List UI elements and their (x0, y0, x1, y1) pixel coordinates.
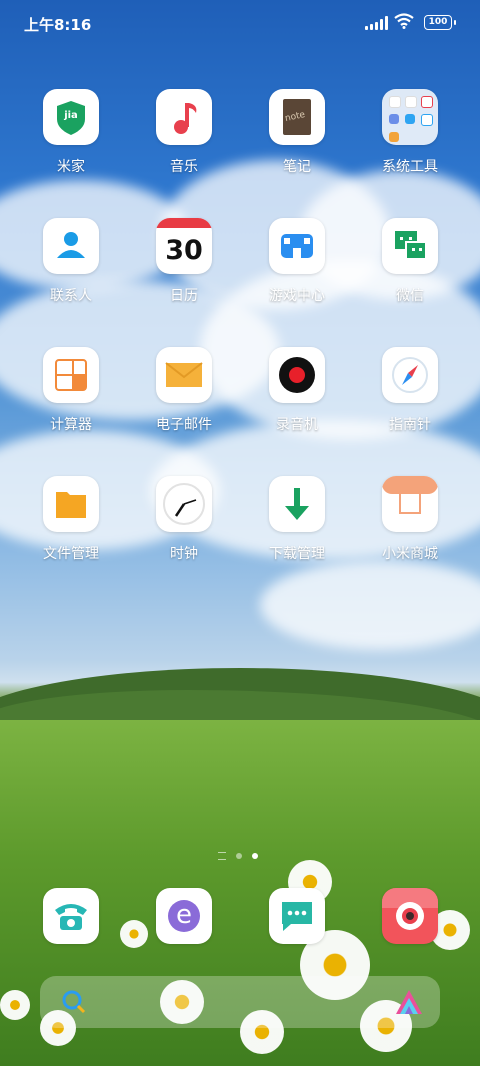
app-label: 录音机 (276, 417, 318, 433)
search-bar[interactable] (40, 976, 440, 1028)
calendar-icon: 30 (156, 218, 212, 274)
status-time: 上午8:16 (24, 16, 92, 34)
dock-messages[interactable] (249, 888, 345, 944)
mi-store-icon (382, 476, 438, 532)
dock-phone[interactable] (23, 888, 119, 944)
search-icon (62, 990, 86, 1014)
recorder-icon (269, 347, 325, 403)
app-notes[interactable]: note 笔记 (249, 89, 345, 176)
calendar-date: 30 (165, 235, 203, 266)
app-label: 米家 (57, 159, 85, 175)
app-label: 系统工具 (382, 159, 438, 175)
wechat-icon (382, 218, 438, 274)
phone-icon (43, 888, 99, 944)
browser-icon: e (156, 888, 212, 944)
system-tools-folder-icon (382, 89, 438, 145)
app-game-center[interactable]: 游戏中心 (249, 218, 345, 305)
calculator-icon: + − × = (43, 347, 99, 403)
app-clock[interactable]: 时钟 (136, 476, 232, 563)
app-contacts[interactable]: 联系人 (23, 218, 119, 305)
cellular-signal-icon (365, 16, 388, 30)
status-bar: 上午8:16 100 (0, 0, 480, 46)
page-indicator-lines (218, 852, 226, 860)
app-download-manager[interactable]: 下载管理 (249, 476, 345, 563)
file-manager-icon (43, 476, 99, 532)
app-music[interactable]: 音乐 (136, 89, 232, 176)
wifi-icon (394, 13, 414, 29)
app-mijia[interactable]: jia 米家 (23, 89, 119, 176)
browser-icon-text: e (176, 900, 192, 930)
camera-icon (382, 888, 438, 944)
app-label: 文件管理 (43, 546, 99, 562)
app-label: 计算器 (50, 417, 92, 433)
app-label: 小米商城 (382, 546, 438, 562)
notes-icon: note (269, 89, 325, 145)
page-indicator[interactable] (218, 852, 258, 860)
app-label: 微信 (396, 288, 424, 304)
app-label: 笔记 (283, 159, 311, 175)
dock-camera[interactable] (362, 888, 458, 944)
app-label: 时钟 (170, 546, 198, 562)
mijia-icon: jia (43, 89, 99, 145)
music-icon (156, 89, 212, 145)
mijia-icon-text: jia (64, 110, 78, 121)
app-label: 日历 (170, 288, 198, 304)
app-email[interactable]: 电子邮件 (136, 347, 232, 434)
app-calendar[interactable]: 30 日历 (136, 218, 232, 305)
app-label: 下载管理 (269, 546, 325, 562)
page-dot (236, 853, 242, 859)
game-center-icon (269, 218, 325, 274)
email-icon (156, 347, 212, 403)
clock-icon (156, 476, 212, 532)
app-calculator[interactable]: + − × = 计算器 (23, 347, 119, 434)
app-label: 电子邮件 (156, 417, 212, 433)
app-label: 指南针 (389, 417, 431, 433)
compass-icon (382, 347, 438, 403)
app-label: 联系人 (50, 288, 92, 304)
app-label: 游戏中心 (269, 288, 325, 304)
app-file-manager[interactable]: 文件管理 (23, 476, 119, 563)
download-manager-icon (269, 476, 325, 532)
app-label: 音乐 (170, 159, 198, 175)
app-mi-store[interactable]: 小米商城 (362, 476, 458, 563)
messages-icon (269, 888, 325, 944)
app-wechat[interactable]: 微信 (362, 218, 458, 305)
page-dot-active (252, 853, 258, 859)
app-compass[interactable]: 指南针 (362, 347, 458, 434)
contacts-icon (43, 218, 99, 274)
assistant-icon[interactable] (394, 988, 424, 1016)
battery-icon: 100 (424, 15, 456, 30)
folder-system-tools[interactable]: 系统工具 (362, 89, 458, 176)
app-recorder[interactable]: 录音机 (249, 347, 345, 434)
dock-browser[interactable]: e (136, 888, 232, 944)
